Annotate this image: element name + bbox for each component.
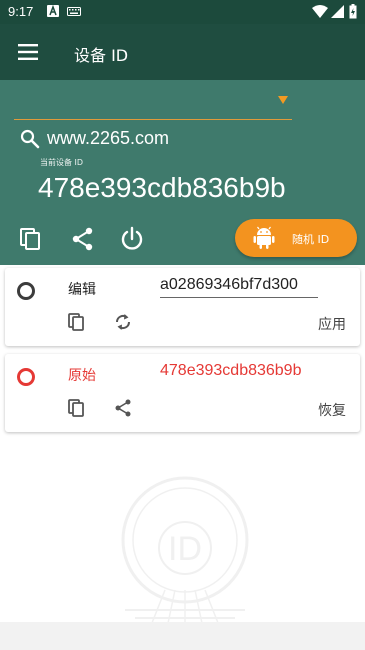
app-notification-icon <box>47 5 59 17</box>
apply-button[interactable]: 应用 <box>318 314 346 334</box>
hamburger-menu-icon[interactable] <box>18 42 38 62</box>
share-icon[interactable] <box>113 398 133 418</box>
status-time: 9:17 <box>8 4 34 19</box>
refresh-icon[interactable] <box>113 312 133 332</box>
restore-button[interactable]: 恢复 <box>318 400 346 420</box>
page-title: 设备 ID <box>74 46 129 65</box>
random-id-label: 随机 ID <box>292 233 330 246</box>
power-icon[interactable] <box>119 226 145 252</box>
random-id-button[interactable]: 随机 ID <box>235 219 357 257</box>
device-id-dropdown[interactable] <box>14 92 292 120</box>
copy-icon[interactable] <box>67 398 87 418</box>
original-label: 原始 <box>68 368 96 384</box>
signal-icon <box>331 5 344 18</box>
edit-radio[interactable] <box>17 282 35 300</box>
original-id-card: 原始 478e393cdb836b9b 恢复 <box>5 354 360 432</box>
original-radio[interactable] <box>17 368 35 386</box>
dropdown-arrow-icon <box>278 96 288 104</box>
current-device-id: 478e393cdb836b9b <box>38 172 286 203</box>
keyboard-icon <box>67 7 81 16</box>
app-logo-watermark: ID <box>121 476 249 629</box>
edit-label: 编辑 <box>68 282 96 298</box>
share-icon[interactable] <box>70 226 96 252</box>
current-id-label: 当前设备 ID <box>40 158 84 167</box>
app-bar: 设备 ID <box>0 24 365 80</box>
watermark-text: ID <box>168 530 202 568</box>
copy-icon[interactable] <box>18 226 44 252</box>
wifi-icon <box>312 5 328 18</box>
edit-id-input[interactable]: a02869346bf7d300 <box>160 276 318 298</box>
original-id-value: 478e393cdb836b9b <box>160 362 302 379</box>
search-icon[interactable] <box>20 129 40 149</box>
status-bar: 9:17 <box>0 0 365 24</box>
search-text: www.2265.com <box>47 128 170 148</box>
copy-icon[interactable] <box>67 312 87 332</box>
edit-id-card: 编辑 a02869346bf7d300 应用 <box>5 268 360 346</box>
device-id-header: www.2265.com 当前设备 ID 478e393cdb836b9b 随机… <box>0 80 365 265</box>
bottom-strip <box>0 622 365 650</box>
battery-icon <box>349 4 357 19</box>
android-icon <box>253 226 275 249</box>
